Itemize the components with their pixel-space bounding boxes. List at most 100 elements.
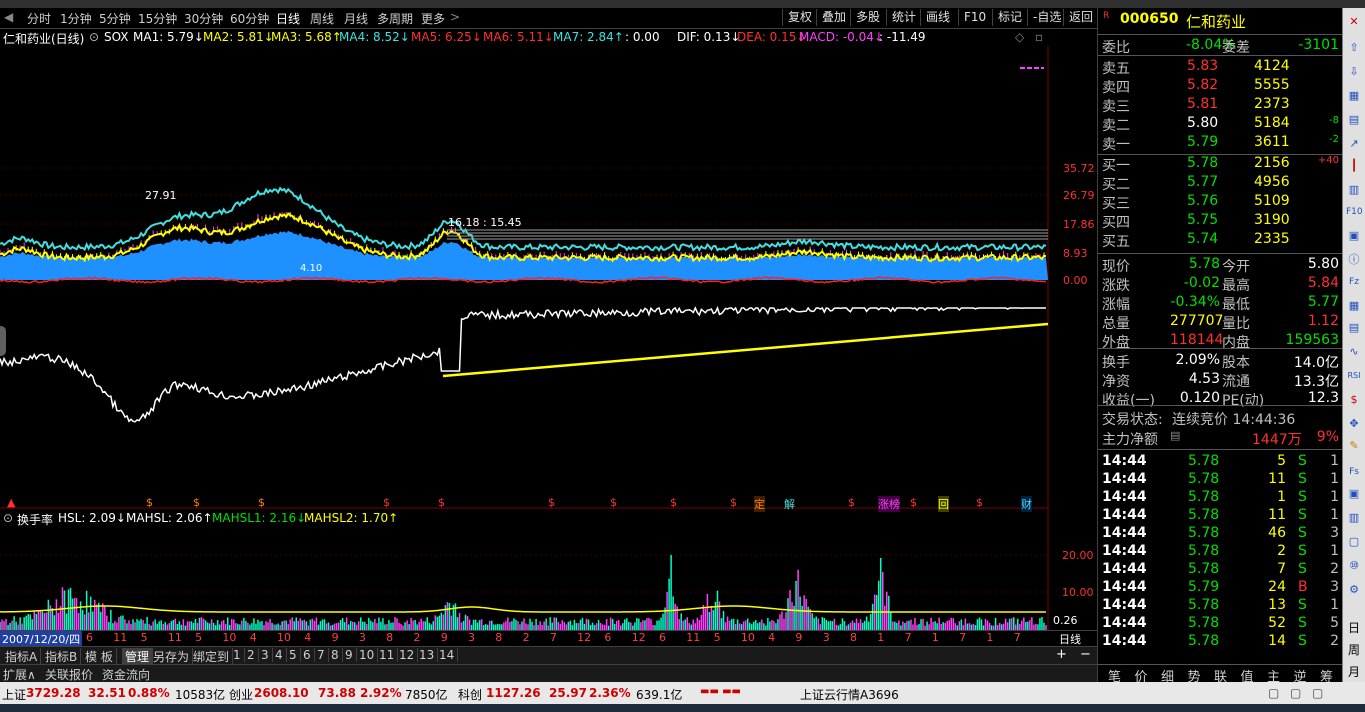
period-tab[interactable]: 多周期 bbox=[377, 10, 413, 27]
weekly-button[interactable]: 周 bbox=[1346, 642, 1362, 658]
collapse-icon[interactable]: ⊙ bbox=[3, 511, 13, 525]
indicator-tab[interactable]: 13 bbox=[416, 648, 439, 662]
toolbar-button[interactable]: -自选 bbox=[1027, 9, 1066, 26]
indicator-tab[interactable]: 2 bbox=[244, 648, 259, 662]
period-tab[interactable]: 1分钟 bbox=[60, 10, 92, 27]
period-label[interactable]: 日线 bbox=[1059, 631, 1081, 647]
period-tab[interactable]: 5分钟 bbox=[99, 10, 131, 27]
doc-icon[interactable]: ▣ bbox=[1346, 228, 1362, 244]
toolbar-button[interactable]: 复权 bbox=[782, 9, 817, 26]
indicator-tab[interactable]: 12 bbox=[396, 648, 419, 662]
settings-icon[interactable]: ▢ bbox=[1290, 686, 1301, 700]
fs-icon[interactable]: Fs bbox=[1346, 464, 1362, 480]
tab-fund-flow[interactable]: 资金流向 bbox=[102, 666, 150, 683]
cloud-quote[interactable]: 上证云行情A3696 bbox=[800, 686, 899, 703]
bid-row[interactable]: 买三 5.76 5109 bbox=[1098, 192, 1343, 212]
toolbar-button[interactable]: F10 bbox=[958, 9, 991, 26]
indicator-tab[interactable]: 指标B bbox=[42, 648, 82, 665]
indicator-tab[interactable]: 7 bbox=[314, 648, 329, 662]
split-icon[interactable]: ▥ bbox=[1346, 510, 1362, 526]
close-icon[interactable]: ✕ bbox=[1346, 14, 1362, 30]
ask-row[interactable]: 卖五 5.83 4124 bbox=[1098, 57, 1343, 77]
bid-row[interactable]: 买二 5.77 4956 bbox=[1098, 173, 1343, 193]
wave-icon[interactable]: ∿ bbox=[1346, 344, 1362, 360]
table-icon[interactable]: ▦ bbox=[1346, 298, 1362, 314]
line-chart-icon[interactable]: ↗ bbox=[1346, 136, 1362, 152]
zoom-out-button[interactable]: − bbox=[1080, 647, 1091, 662]
flag-jie[interactable]: 解 bbox=[784, 496, 795, 512]
pen-icon[interactable]: ✎ bbox=[1346, 438, 1362, 454]
f10-icon[interactable]: F10 bbox=[1346, 204, 1363, 220]
indicator-tab[interactable]: 10 bbox=[356, 648, 379, 662]
toolbar-button[interactable]: 叠加 bbox=[816, 9, 851, 26]
toolbar-button[interactable]: 画线 bbox=[920, 9, 955, 26]
info-icon[interactable]: ⓘ bbox=[1346, 252, 1362, 268]
arrow-up-icon[interactable]: ⇧ bbox=[1346, 40, 1362, 56]
indicator-tab[interactable]: 14 bbox=[436, 648, 459, 662]
zoom-in-button[interactable]: + bbox=[1056, 647, 1067, 662]
arrow-down-icon[interactable]: ⇩ bbox=[1346, 64, 1362, 80]
period-tab-more[interactable]: 更多 bbox=[421, 10, 445, 27]
toolbar-button[interactable]: 返回 bbox=[1063, 9, 1098, 26]
window-icon[interactable]: ▢ bbox=[1312, 686, 1323, 700]
indicator-tab[interactable]: 6 bbox=[300, 648, 315, 662]
period-tab[interactable]: 周线 bbox=[310, 10, 334, 27]
tab-related-quote[interactable]: 关联报价 bbox=[45, 666, 93, 683]
list-icon[interactable]: ▤ bbox=[1346, 112, 1362, 128]
gear-icon[interactable]: ⚙ bbox=[1346, 582, 1362, 598]
indicator-name[interactable]: SOX bbox=[104, 30, 129, 44]
toolbar-button[interactable]: 标记 bbox=[992, 9, 1027, 26]
indicator-tab[interactable]: 另存为 bbox=[150, 648, 194, 665]
period-tab[interactable]: 月线 bbox=[344, 10, 368, 27]
ask-row[interactable]: 卖二 5.80 5184 -8 bbox=[1098, 114, 1343, 134]
rsi-icon[interactable]: RSI bbox=[1346, 368, 1362, 384]
bar-chart-icon[interactable]: ▥ bbox=[1346, 182, 1362, 198]
period-tab[interactable]: 30分钟 bbox=[184, 10, 223, 27]
indicator-tab[interactable]: 3 bbox=[258, 648, 273, 662]
bid-row[interactable]: 买四 5.75 3190 bbox=[1098, 211, 1343, 231]
flag-hui[interactable]: 回 bbox=[938, 496, 949, 512]
flag-cai[interactable]: 财 bbox=[1021, 496, 1032, 512]
indicator-tab[interactable]: 模 板 bbox=[82, 648, 117, 665]
indicator-tab[interactable]: 9 bbox=[342, 648, 357, 662]
bid-row[interactable]: 买一 5.78 2156 +40 bbox=[1098, 154, 1343, 174]
ask-row[interactable]: 卖一 5.79 3611 -2 bbox=[1098, 133, 1343, 153]
scroll-left-icon[interactable]: ◀ bbox=[4, 10, 13, 24]
daily-button[interactable]: 日 bbox=[1346, 620, 1362, 636]
ask-row[interactable]: 卖四 5.82 5555 bbox=[1098, 76, 1343, 96]
diamond-icon[interactable]: ◇ bbox=[1015, 30, 1024, 44]
window-icon[interactable]: ▢ bbox=[1346, 534, 1362, 550]
period-tab[interactable]: 15分钟 bbox=[138, 10, 177, 27]
flag-zhangbang[interactable]: 涨榜 bbox=[878, 496, 900, 512]
indicator-tab[interactable]: 1 bbox=[230, 648, 245, 662]
updown-stats-icon[interactable]: ▬▬ ▬▬ bbox=[700, 686, 741, 697]
main-net-row[interactable]: 主力净额 ▤ 1447万 9% bbox=[1098, 428, 1343, 448]
tab-extend[interactable]: 扩展∧ bbox=[3, 666, 36, 683]
layout-icon[interactable]: ▣ bbox=[1346, 486, 1362, 502]
period-tab-active[interactable]: 日线 bbox=[276, 10, 300, 27]
bid-row[interactable]: 买五 5.74 2335 bbox=[1098, 230, 1343, 250]
monthly-button[interactable]: 月 bbox=[1346, 664, 1362, 680]
collapse-icon[interactable]: ⊙ bbox=[89, 30, 99, 44]
number-icon[interactable]: ⑩ bbox=[1346, 558, 1362, 574]
f12-icon[interactable]: Fz bbox=[1346, 274, 1362, 290]
period-tab[interactable]: 分时 bbox=[27, 10, 51, 27]
kline-chart[interactable]: 35.72 26.79 17.86 8.93 0.00 20.00 10.00 0.26 27.… bbox=[0, 46, 1097, 630]
toolbar-button[interactable]: 多股 bbox=[850, 9, 885, 26]
grid-icon[interactable]: ▦ bbox=[1346, 88, 1362, 104]
indicator-tab[interactable]: 11 bbox=[376, 648, 399, 662]
indicator-tab[interactable]: 8 bbox=[328, 648, 343, 662]
indicator-tab[interactable]: 5 bbox=[286, 648, 301, 662]
toolbar-button[interactable]: 统计 bbox=[886, 9, 921, 26]
dollar-icon[interactable]: $ bbox=[1346, 392, 1362, 408]
flag-ding[interactable]: 定 bbox=[754, 496, 765, 512]
indicator-tab[interactable]: 绑定到 bbox=[190, 648, 234, 665]
period-tab[interactable]: 60分钟 bbox=[230, 10, 269, 27]
text-icon[interactable]: ▤ bbox=[1346, 320, 1362, 336]
scroll-icon[interactable]: ▫ bbox=[1035, 30, 1043, 44]
move-icon[interactable]: ✥ bbox=[1346, 416, 1362, 432]
indicator-tab[interactable]: 指标A bbox=[2, 648, 42, 665]
ask-row[interactable]: 卖三 5.81 2373 bbox=[1098, 95, 1343, 115]
indicator-tab[interactable]: 4 bbox=[272, 648, 287, 662]
lock-icon[interactable]: ▢ bbox=[1268, 686, 1279, 700]
